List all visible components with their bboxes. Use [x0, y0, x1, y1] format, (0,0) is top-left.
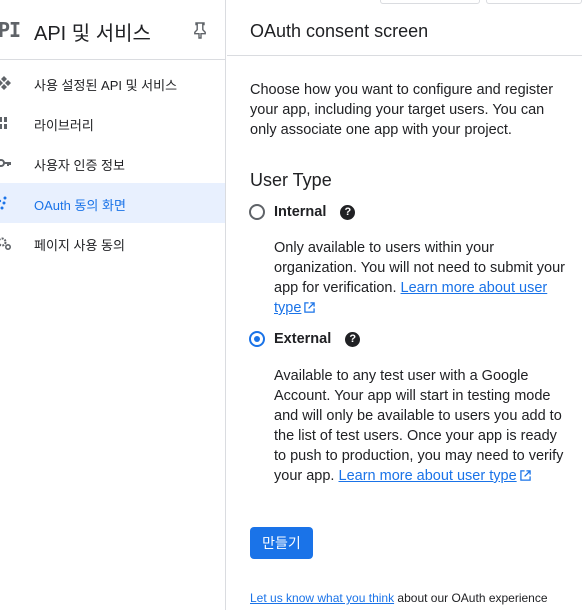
sidebar-item-page-usage-agreement[interactable]: 페이지 사용 동의	[0, 223, 225, 263]
internal-label: Internal	[274, 204, 327, 220]
external-learn-more-link[interactable]: Learn more about user type	[339, 468, 531, 484]
sidebar-item-enabled-apis[interactable]: 사용 설정된 API 및 서비스	[0, 63, 225, 103]
sidebar-item-library[interactable]: 라이브러리	[0, 103, 225, 143]
consent-icon	[0, 195, 12, 211]
sidebar-item-label: 사용 설정된 API 및 서비스	[34, 78, 178, 93]
api-logo-icon: PI	[0, 18, 21, 42]
sidebar-item-label: OAuth 동의 화면	[34, 198, 126, 213]
api-diamond-icon	[0, 75, 12, 91]
external-radio[interactable]	[249, 331, 265, 347]
main-panel: OAuth consent screen Choose how you want…	[227, 0, 582, 610]
sidebar-item-oauth-consent[interactable]: OAuth 동의 화면	[0, 183, 225, 223]
sidebar: PI API 및 서비스 사용 설정된 API 및 서비스 라이브러리 사용자 …	[0, 0, 226, 610]
internal-radio[interactable]	[249, 204, 265, 220]
sidebar-item-credentials[interactable]: 사용자 인증 정보	[0, 143, 225, 183]
external-learn-more-label: Learn more about user type	[338, 468, 517, 484]
sidebar-item-label: 사용자 인증 정보	[34, 158, 125, 173]
settings-gear-icon	[0, 235, 12, 251]
library-grid-icon	[0, 115, 12, 131]
external-description-text: Available to any test user with a Google…	[274, 368, 564, 484]
internal-description: Only available to users within your orga…	[274, 238, 572, 318]
user-type-heading: User Type	[250, 170, 332, 190]
intro-text: Choose how you want to configure and reg…	[250, 82, 554, 138]
page-title: OAuth consent screen	[250, 21, 429, 41]
user-type-external-option[interactable]: External ?	[249, 328, 361, 350]
feedback-link[interactable]: Let us know what you think	[250, 591, 394, 605]
key-icon	[0, 155, 12, 171]
sidebar-nav: 사용 설정된 API 및 서비스 라이브러리 사용자 인증 정보 OAuth 동…	[0, 63, 225, 263]
feedback-text: about our OAuth experience	[394, 591, 548, 605]
sidebar-item-label: 라이브러리	[34, 118, 94, 133]
create-button[interactable]: 만들기	[250, 527, 313, 559]
external-link-icon	[519, 470, 531, 481]
sidebar-item-label: 페이지 사용 동의	[34, 238, 125, 253]
external-link-icon	[304, 302, 316, 313]
feedback-line: Let us know what you think about our OAu…	[250, 591, 548, 605]
pin-icon[interactable]	[192, 21, 208, 39]
external-description: Available to any test user with a Google…	[274, 366, 572, 486]
external-label: External	[274, 331, 332, 347]
user-type-internal-option[interactable]: Internal ?	[249, 201, 356, 223]
main-header: OAuth consent screen	[227, 0, 582, 56]
sidebar-title: API 및 서비스	[34, 23, 151, 45]
help-icon[interactable]: ?	[340, 204, 356, 220]
help-icon[interactable]: ?	[345, 331, 361, 347]
sidebar-header: PI API 및 서비스	[0, 0, 225, 60]
